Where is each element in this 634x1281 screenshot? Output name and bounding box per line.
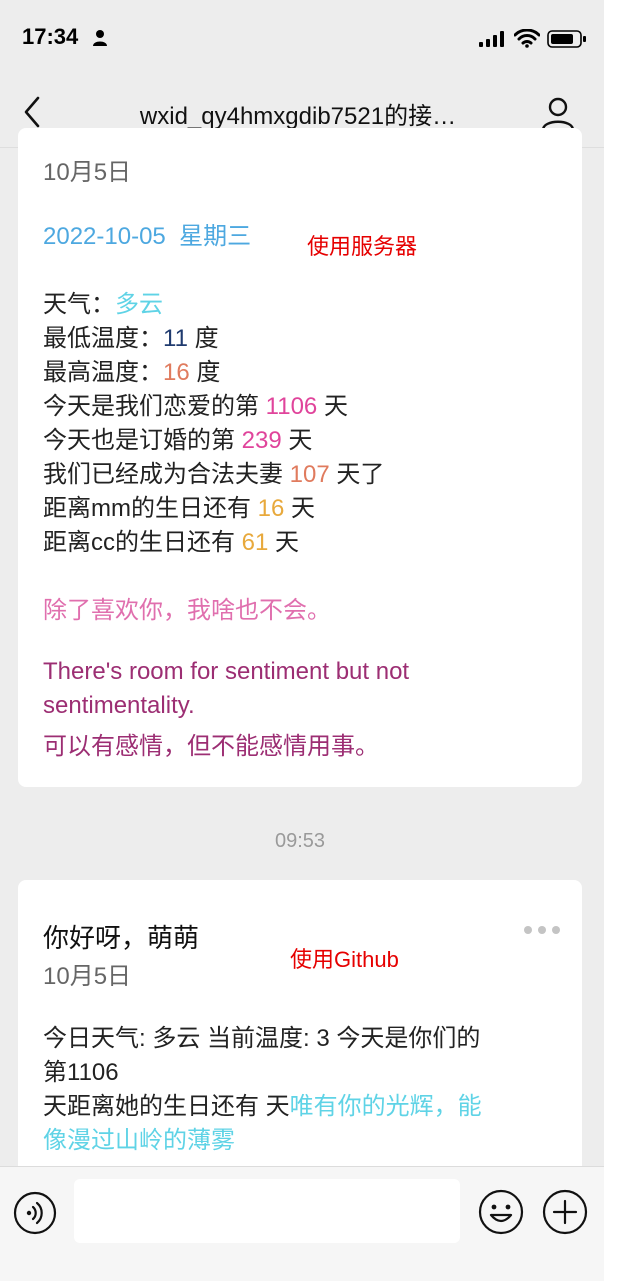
message-card-server[interactable]: 10月5日 2022-10-05 星期三 使用服务器 天气：多云 最低温度：11… — [18, 128, 582, 787]
back-chevron-icon[interactable] — [18, 94, 48, 130]
high-temp-line: 最高温度：16 度 — [43, 352, 220, 387]
love-prefix: 今天是我们恋爱的第 — [43, 393, 259, 420]
quote-en-1: There's room for sentiment but not — [43, 658, 410, 685]
high-value: 16 — [163, 359, 190, 386]
mm-prefix: 距离mm的生日还有 — [43, 495, 251, 522]
status-bar: 17:34 — [0, 0, 604, 78]
married-line: 我们已经成为合法夫妻 107 天了 — [43, 454, 384, 489]
day-unit: 天 — [275, 529, 300, 556]
cc-value: 61 — [241, 529, 269, 556]
weekday: 星期三 — [179, 223, 252, 250]
date-line: 2022-10-05 星期三 — [43, 216, 251, 251]
weather-value: 多云 — [115, 291, 163, 318]
quote-cn: 除了喜欢你，我啥也不会。 — [43, 597, 331, 624]
card-date: 10月5日 — [43, 963, 132, 990]
married-suffix: 天了 — [336, 461, 385, 488]
degree-unit: 度 — [196, 359, 221, 386]
day-unit: 天 — [291, 495, 316, 522]
message-input[interactable] — [74, 1179, 460, 1243]
mm-birthday-line: 距离mm的生日还有 16 天 — [43, 488, 315, 523]
content-line-3-colored: 唯有你的光辉，能 — [289, 1093, 482, 1120]
cc-prefix: 距离cc的生日还有 — [43, 529, 235, 556]
message-timestamp: 09:53 — [274, 830, 326, 852]
low-temp-line: 最低温度：11 度 — [43, 318, 219, 353]
battery-icon — [547, 30, 586, 48]
chat-screen: 17:34 wxid_qy4hmxgdib7521的接… 10月5日 2022-… — [0, 0, 604, 1281]
content-line-1: 今日天气: 多云 当前温度: 3 今天是你们的 — [43, 1025, 481, 1052]
married-prefix: 我们已经成为合法夫妻 — [43, 461, 283, 488]
quote-en-2: sentimentality. — [43, 692, 195, 719]
low-value: 11 — [163, 325, 188, 352]
quote-cn-2: 可以有感情，但不能感情用事。 — [43, 733, 379, 760]
input-bar — [0, 1166, 604, 1281]
wifi-icon — [514, 29, 540, 48]
github-note: 使用Github — [290, 947, 399, 972]
married-value: 107 — [289, 461, 330, 488]
content-line-2: 第1106 — [43, 1059, 119, 1086]
status-time: 17:34 — [22, 24, 79, 49]
more-dots-icon[interactable] — [522, 924, 562, 936]
degree-unit: 度 — [194, 325, 219, 352]
engaged-value: 239 — [241, 427, 282, 454]
engaged-line: 今天也是订婚的第 239 天 — [43, 420, 312, 455]
content-line-4: 像漫过山岭的薄雾 — [43, 1127, 235, 1154]
card-title: 你好呀，萌萌 — [43, 923, 200, 953]
love-line: 今天是我们恋爱的第 1106 天 — [43, 386, 348, 421]
high-label: 最高温度： — [43, 359, 163, 386]
message-card-github[interactable]: 你好呀，萌萌 使用Github 10月5日 今日天气: 多云 当前温度: 3 今… — [18, 880, 582, 1180]
cc-birthday-line: 距离cc的生日还有 61 天 — [43, 522, 299, 557]
day-unit: 天 — [323, 393, 348, 420]
emoji-icon[interactable] — [478, 1189, 524, 1235]
card-date: 10月5日 — [43, 159, 132, 186]
voice-icon[interactable] — [13, 1191, 57, 1235]
plus-icon[interactable] — [542, 1189, 588, 1235]
low-label: 最低温度： — [43, 325, 163, 352]
day-unit: 天 — [288, 427, 313, 454]
weather-line: 天气：多云 — [43, 284, 163, 319]
full-date: 2022-10-05 — [43, 223, 166, 250]
weather-label: 天气： — [43, 291, 115, 318]
signal-icon — [479, 31, 504, 47]
engaged-prefix: 今天也是订婚的第 — [43, 427, 235, 454]
content-line-3-plain: 天距离她的生日还有 天 — [43, 1093, 290, 1120]
mm-value: 16 — [257, 495, 285, 522]
chat-title: wxid_qy4hmxgdib7521的接… — [139, 103, 457, 130]
content-line-3: 天距离她的生日还有 天唯有你的光辉，能 — [43, 1086, 482, 1121]
love-value: 1106 — [265, 393, 318, 420]
server-note: 使用服务器 — [307, 234, 418, 259]
person-icon — [93, 30, 107, 46]
